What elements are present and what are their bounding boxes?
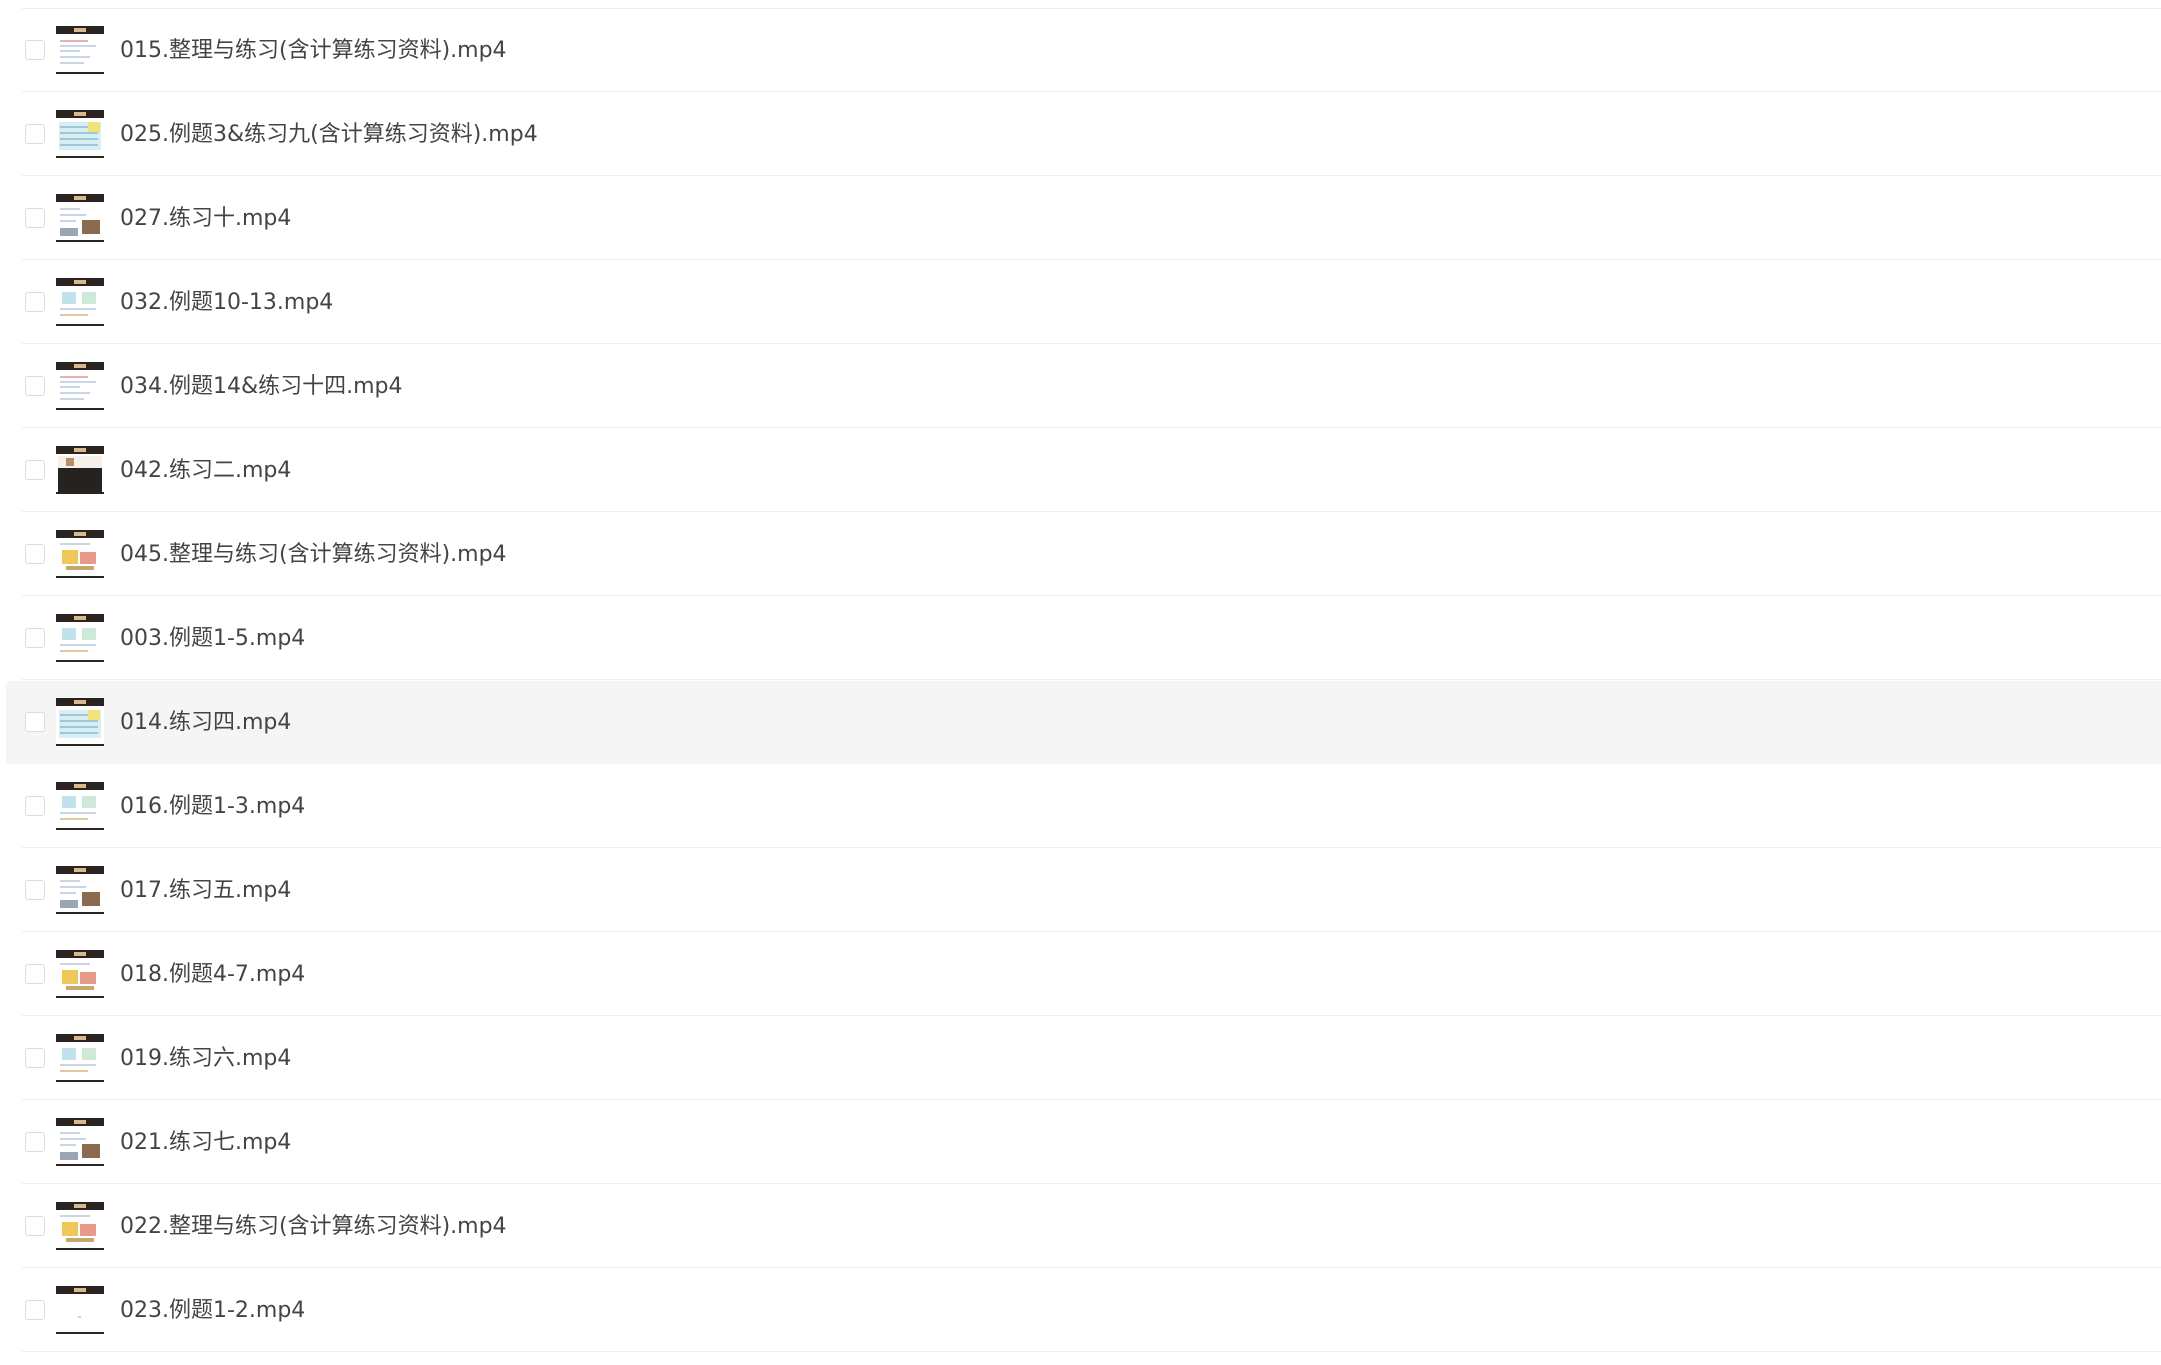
- video-thumbnail-icon: [56, 782, 104, 830]
- file-checkbox[interactable]: [25, 208, 45, 228]
- row-divider: [22, 595, 2161, 596]
- file-name[interactable]: 022.整理与练习(含计算练习资料).mp4: [120, 1185, 507, 1268]
- row-divider: [22, 343, 2161, 344]
- file-checkbox[interactable]: [25, 712, 45, 732]
- file-checkbox[interactable]: [25, 124, 45, 144]
- file-checkbox[interactable]: [25, 292, 45, 312]
- file-checkbox[interactable]: [25, 40, 45, 60]
- file-name[interactable]: 042.练习二.mp4: [120, 429, 291, 512]
- video-thumbnail-icon: [56, 950, 104, 998]
- file-row[interactable]: 015.整理与练习(含计算练习资料).mp4: [6, 9, 2161, 92]
- file-row[interactable]: 032.例题10-13.mp4: [6, 261, 2161, 344]
- file-checkbox[interactable]: [25, 544, 45, 564]
- row-divider: [22, 1351, 2161, 1352]
- file-name[interactable]: 015.整理与练习(含计算练习资料).mp4: [120, 9, 507, 92]
- file-checkbox[interactable]: [25, 460, 45, 480]
- file-row[interactable]: 021.练习七.mp4: [6, 1101, 2161, 1184]
- file-row[interactable]: 019.练习六.mp4: [6, 1017, 2161, 1100]
- file-name[interactable]: 032.例题10-13.mp4: [120, 261, 333, 344]
- row-divider: [22, 1099, 2161, 1100]
- row-divider: [22, 847, 2161, 848]
- file-name[interactable]: 014.练习四.mp4: [120, 681, 291, 764]
- row-divider: [22, 763, 2161, 764]
- video-thumbnail-icon: [56, 698, 104, 746]
- file-name[interactable]: 034.例题14&练习十四.mp4: [120, 345, 403, 428]
- file-row[interactable]: 025.例题3&练习九(含计算练习资料).mp4: [6, 93, 2161, 176]
- video-thumbnail-icon: [56, 446, 104, 494]
- file-name[interactable]: 021.练习七.mp4: [120, 1101, 291, 1184]
- video-thumbnail-icon: [56, 278, 104, 326]
- file-row[interactable]: 016.例题1-3.mp4: [6, 765, 2161, 848]
- file-name[interactable]: 019.练习六.mp4: [120, 1017, 291, 1100]
- file-name[interactable]: 016.例题1-3.mp4: [120, 765, 305, 848]
- file-row[interactable]: 014.练习四.mp4: [6, 681, 2161, 764]
- row-divider: [22, 1267, 2161, 1268]
- file-name[interactable]: 045.整理与练习(含计算练习资料).mp4: [120, 513, 507, 596]
- row-divider: [22, 91, 2161, 92]
- video-thumbnail-icon: [56, 530, 104, 578]
- file-row[interactable]: 003.例题1-5.mp4: [6, 597, 2161, 680]
- row-divider: [22, 1015, 2161, 1016]
- video-thumbnail-icon: [56, 194, 104, 242]
- video-thumbnail-icon: [56, 1034, 104, 1082]
- file-checkbox[interactable]: [25, 1300, 45, 1320]
- video-thumbnail-icon: [56, 1286, 104, 1334]
- file-checkbox[interactable]: [25, 880, 45, 900]
- video-thumbnail-icon: [56, 866, 104, 914]
- row-divider: [22, 931, 2161, 932]
- file-row[interactable]: 018.例题4-7.mp4: [6, 933, 2161, 1016]
- video-thumbnail-icon: [56, 26, 104, 74]
- video-thumbnail-icon: [56, 110, 104, 158]
- file-checkbox[interactable]: [25, 796, 45, 816]
- file-checkbox[interactable]: [25, 1132, 45, 1152]
- file-name[interactable]: 003.例题1-5.mp4: [120, 597, 305, 680]
- video-thumbnail-icon: [56, 1118, 104, 1166]
- file-row[interactable]: 027.练习十.mp4: [6, 177, 2161, 260]
- file-checkbox[interactable]: [25, 964, 45, 984]
- row-divider: [22, 175, 2161, 176]
- row-divider: [22, 679, 2161, 680]
- row-divider: [22, 1183, 2161, 1184]
- file-checkbox[interactable]: [25, 1048, 45, 1068]
- video-thumbnail-icon: [56, 1202, 104, 1250]
- file-name[interactable]: 027.练习十.mp4: [120, 177, 291, 260]
- row-divider: [22, 511, 2161, 512]
- file-row[interactable]: 045.整理与练习(含计算练习资料).mp4: [6, 513, 2161, 596]
- video-thumbnail-icon: [56, 362, 104, 410]
- row-divider: [22, 259, 2161, 260]
- row-divider: [22, 427, 2161, 428]
- file-row[interactable]: 023.例题1-2.mp4: [6, 1269, 2161, 1352]
- file-name[interactable]: 018.例题4-7.mp4: [120, 933, 305, 1016]
- file-name[interactable]: 025.例题3&练习九(含计算练习资料).mp4: [120, 93, 538, 176]
- file-checkbox[interactable]: [25, 1216, 45, 1236]
- file-row[interactable]: 034.例题14&练习十四.mp4: [6, 345, 2161, 428]
- file-name[interactable]: 023.例题1-2.mp4: [120, 1269, 305, 1352]
- file-checkbox[interactable]: [25, 628, 45, 648]
- file-checkbox[interactable]: [25, 376, 45, 396]
- file-row[interactable]: 022.整理与练习(含计算练习资料).mp4: [6, 1185, 2161, 1268]
- file-row[interactable]: 017.练习五.mp4: [6, 849, 2161, 932]
- file-list: 015.整理与练习(含计算练习资料).mp4 025.例题3&练习九(含计算练习资…: [0, 0, 2161, 1365]
- file-name[interactable]: 017.练习五.mp4: [120, 849, 291, 932]
- file-row[interactable]: 042.练习二.mp4: [6, 429, 2161, 512]
- video-thumbnail-icon: [56, 614, 104, 662]
